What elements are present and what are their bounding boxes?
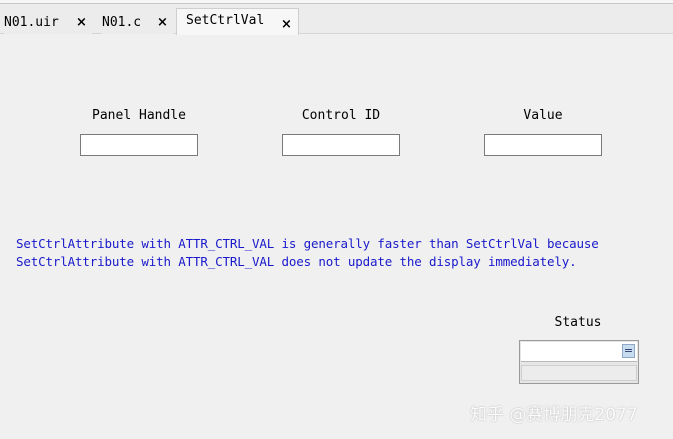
tab-label: N01.uir [4,14,59,30]
tab-bar: N01.uir × N01.c × SetCtrlVal × [0,4,673,35]
status-label: Status [554,315,602,330]
panel-handle-input[interactable] [80,134,198,156]
tab-label: SetCtrlVal [186,12,265,28]
watermark: 知乎 @赛博朋克2077 [470,405,638,425]
function-panel: Panel Handle Control ID Value SetCtrlAtt… [0,35,673,439]
close-icon[interactable]: × [281,17,292,32]
status-scrollbar[interactable] [521,365,637,381]
control-id-label: Control ID [301,108,381,123]
tab-setctrlval[interactable]: SetCtrlVal × [176,8,299,35]
value-label: Value [523,108,563,123]
control-id-input[interactable] [282,134,400,156]
tab-n01-uir[interactable]: N01.uir × [4,10,92,34]
status-control: = [519,340,639,384]
value-input[interactable] [484,134,602,156]
panel-handle-label: Panel Handle [92,108,186,123]
tab-n01-c[interactable]: N01.c × [102,10,174,34]
note-line-2: SetCtrlAttribute with ATTR_CTRL_VAL does… [16,254,577,269]
status-value-field[interactable]: = [521,342,637,362]
tab-label: N01.c [102,14,142,30]
equals-icon[interactable]: = [622,344,635,358]
note-line-1: SetCtrlAttribute with ATTR_CTRL_VAL is g… [16,236,599,251]
close-icon[interactable]: × [157,15,168,30]
close-icon[interactable]: × [76,15,87,30]
